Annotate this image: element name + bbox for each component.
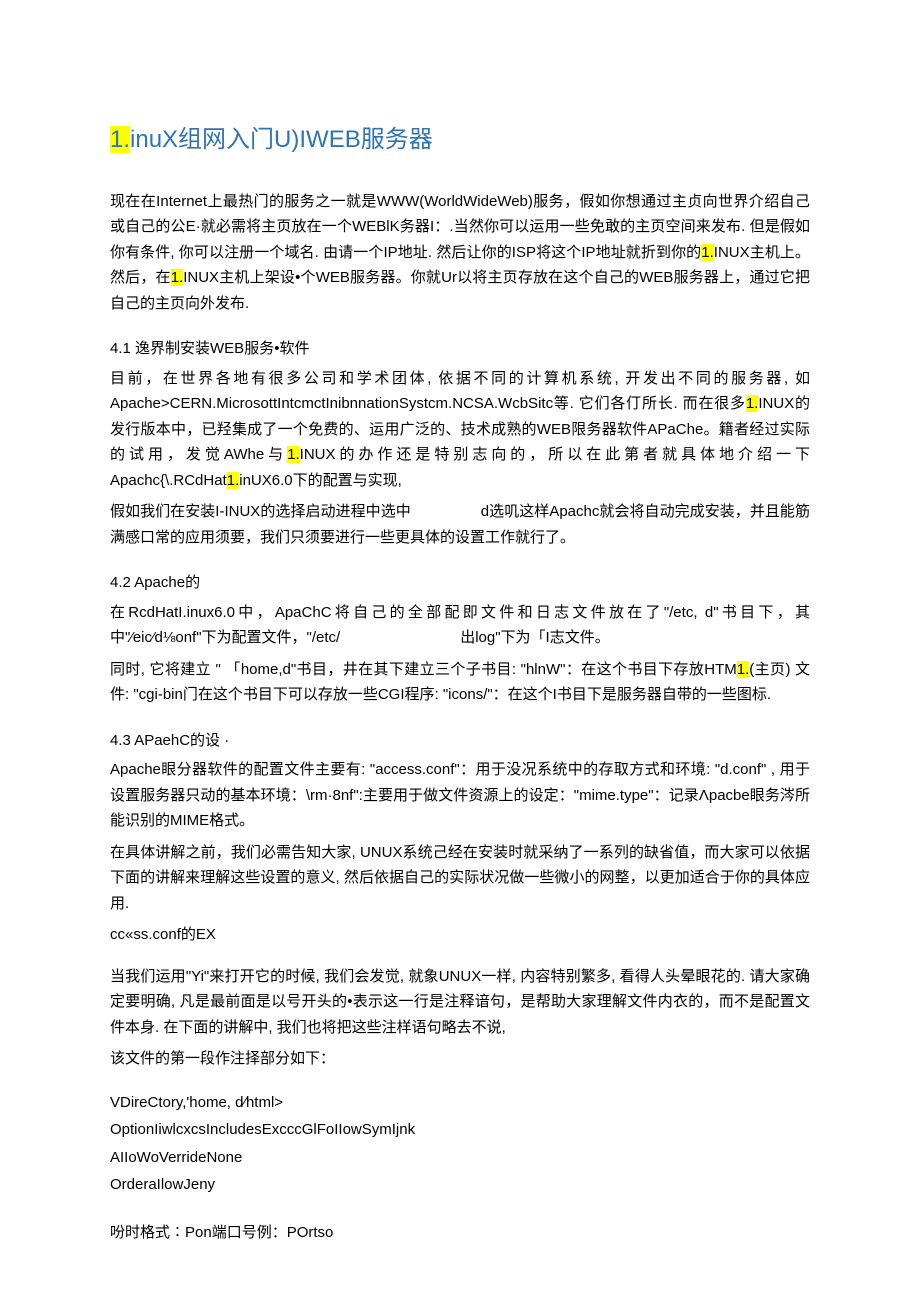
highlight: 1. [746,395,759,412]
code-line: VDireCtory,'home, d⁄html> [110,1090,810,1116]
spacer [110,954,810,964]
text-run: inUX6.0下的配置与实现, [239,472,402,489]
section-4-3-body: Apache眼分器软件的配置文件主要有: "access.conf"：用于没况系… [110,757,810,1245]
highlight: 1. [737,661,750,678]
title-highlight: 1. [110,126,130,153]
highlight: 1. [171,269,184,286]
highlight: 1. [227,472,240,489]
paragraph: 该文件的第一段作注择部分如下： [110,1046,810,1072]
code-line: AIIoWoVerrideNone [110,1145,810,1171]
section-4-1-body: 目前，在世界各地有很多公司和学术团体, 依据不同的计算机系统, 开发出不同的服务… [110,366,810,551]
text-run: 同时, 它将建立 " 「home,d"书目，井在其下建立三个子书目: "hlnW… [110,661,737,678]
spacer [110,1200,810,1210]
code-line: OrderaIlowJeny [110,1172,810,1198]
paragraph: 在RcdHatI.inux6.0中，ApaChC将自己的全部配即文件和日志文件放… [110,600,810,651]
title-text: inuX组网入门U)IWEB服务器 [130,126,433,153]
paragraph: cc«ss.conf的EX [110,922,810,948]
document-page: 1.inuX组网入门U)IWEB服务器 现在在Internet上最热门的服务之一… [0,0,920,1311]
paragraph: 在具体讲解之前，我们必需告知大家, UNUX系统己经在安装时就采纳了一系列的缺省… [110,840,810,917]
section-4-1-head: 4.1 逸界制安装WEB服务•软件 [110,336,810,362]
intro-block: 现在在Internet上最热门的服务之一就是WWW(WorldWideWeb)服… [110,189,810,317]
paragraph: 当我们运用"Yi"来打开它的时候, 我们会发觉, 就象UNUX一样, 内容特别繁… [110,964,810,1041]
text-run: 目前，在世界各地有很多公司和学术团体, 依据不同的计算机系统, 开发出不同的服务… [110,370,810,413]
paragraph: Apache眼分器软件的配置文件主要有: "access.conf"：用于没况系… [110,757,810,834]
intro-paragraph: 现在在Internet上最热门的服务之一就是WWW(WorldWideWeb)服… [110,189,810,317]
section-4-3-head: 4.3 APaehC的设 · [110,728,810,754]
text-run: INUX主机上架设•个WEB服务器。你就Ur以将主页存放在这个自己的WEB服务器… [110,269,810,312]
paragraph: 同时, 它将建立 " 「home,d"书目，井在其下建立三个子书目: "hlnW… [110,657,810,708]
section-4-2-body: 在RcdHatI.inux6.0中，ApaChC将自己的全部配即文件和日志文件放… [110,600,810,708]
paragraph: 假如我们在安装I-INUX的选择启动进程中选中d选叽这样Apachc就会将自动完… [110,499,810,550]
page-title: 1.inuX组网入门U)IWEB服务器 [110,120,810,161]
text-run: 出log"下为「I志文件。 [460,629,610,646]
highlight: 1. [701,244,714,261]
spacer [110,1078,810,1088]
paragraph: 目前，在世界各地有很多公司和学术团体, 依据不同的计算机系统, 开发出不同的服务… [110,366,810,494]
section-4-2-head: 4.2 Apache的 [110,570,810,596]
text-run: 假如我们在安装I-INUX的选择启动进程中选中 [110,503,411,520]
spacer [110,1210,810,1220]
code-line: OptionIiwlcxcsIncludesExcccGlFoIIowSymIj… [110,1117,810,1143]
paragraph: 吩时格式∶Pon端口号例：POrtso [110,1220,810,1246]
highlight: 1. [287,446,300,463]
